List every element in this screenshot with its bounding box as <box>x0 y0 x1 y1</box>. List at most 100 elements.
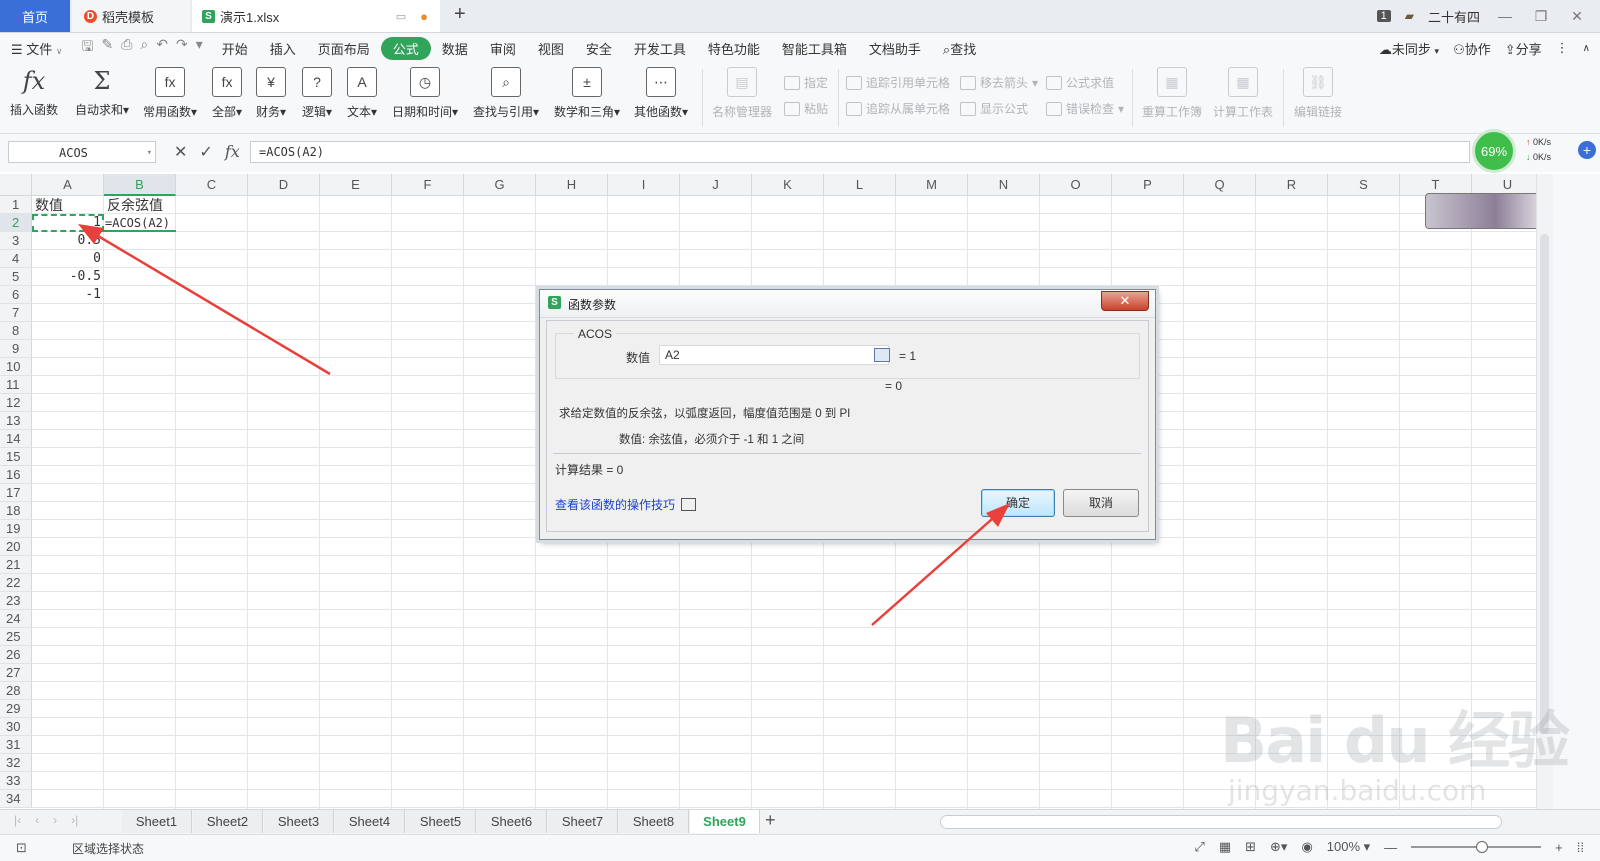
column-header-N[interactable]: N <box>968 174 1040 196</box>
cell-A1[interactable]: 数值 <box>32 196 104 214</box>
help-link[interactable]: 查看该函数的操作技巧 <box>555 496 697 513</box>
more-layout-icon[interactable]: ⁞⁞ <box>1577 840 1584 855</box>
column-header-B[interactable]: B <box>104 174 176 196</box>
sheet-tab-sheet3[interactable]: Sheet3 <box>264 810 334 833</box>
more-icon[interactable]: ⋮ <box>1556 40 1569 56</box>
row-header-22[interactable]: 22 <box>0 574 32 592</box>
row-header-16[interactable]: 16 <box>0 466 32 484</box>
print-preview-icon[interactable]: ⌕ <box>140 36 148 60</box>
row-header-17[interactable]: 17 <box>0 484 32 502</box>
user-name[interactable]: 二十有四 <box>1428 7 1480 26</box>
row-header-25[interactable]: 25 <box>0 628 32 646</box>
column-header-P[interactable]: P <box>1112 174 1184 196</box>
error-check-button[interactable]: 错误检查 ▾ <box>1046 100 1124 117</box>
range-picker-icon[interactable] <box>874 348 890 362</box>
column-header-R[interactable]: R <box>1256 174 1328 196</box>
common-functions-button[interactable]: fx 常用函数▾ <box>143 67 197 120</box>
format-painter-icon[interactable]: ✎ <box>101 36 113 60</box>
argument-input[interactable]: A2 <box>659 345 889 365</box>
cell-A5[interactable]: -0.5 <box>32 268 104 286</box>
row-header-34[interactable]: 34 <box>0 790 32 808</box>
row-header-20[interactable]: 20 <box>0 538 32 556</box>
row-header-9[interactable]: 9 <box>0 340 32 358</box>
page-break-icon[interactable]: ⊞ <box>1245 839 1256 855</box>
dialog-title-bar[interactable]: S 函数参数 ✕ <box>540 290 1155 318</box>
menu-features[interactable]: 特色功能 <box>697 39 771 58</box>
sheet-tab-sheet2[interactable]: Sheet2 <box>193 810 263 833</box>
row-header-8[interactable]: 8 <box>0 322 32 340</box>
column-header-S[interactable]: S <box>1328 174 1400 196</box>
row-header-10[interactable]: 10 <box>0 358 32 376</box>
normal-view-icon[interactable]: ▦ <box>1219 839 1231 855</box>
share-button[interactable]: ⇪分享 <box>1505 39 1542 58</box>
row-header-1[interactable]: 1 <box>0 196 32 214</box>
insert-function-button[interactable]: fx 插入函数 <box>10 67 58 118</box>
row-header-7[interactable]: 7 <box>0 304 32 322</box>
row-header-21[interactable]: 21 <box>0 556 32 574</box>
logical-button[interactable]: ? 逻辑▾ <box>302 67 332 120</box>
evaluate-formula-button[interactable]: 公式求值 <box>1046 74 1114 91</box>
row-header-30[interactable]: 30 <box>0 718 32 736</box>
sheet-tab-sheet9[interactable]: Sheet9 <box>690 810 760 833</box>
sheet-tab-sheet6[interactable]: Sheet6 <box>477 810 547 833</box>
next-sheet-icon[interactable]: › <box>53 813 57 827</box>
last-sheet-icon[interactable]: ›| <box>71 813 78 827</box>
plus-icon[interactable]: + <box>1578 141 1596 159</box>
cancel-icon[interactable]: ✕ <box>174 142 187 162</box>
column-header-F[interactable]: F <box>392 174 464 196</box>
trace-precedents-button[interactable]: 追踪引用单元格 <box>846 74 950 91</box>
column-header-A[interactable]: A <box>32 174 104 196</box>
sheet-tab-sheet7[interactable]: Sheet7 <box>548 810 618 833</box>
ok-button[interactable]: 确定 <box>981 489 1055 517</box>
remove-arrows-button[interactable]: 移去箭头 ▾ <box>960 74 1038 91</box>
sheet-tab-sheet4[interactable]: Sheet4 <box>335 810 405 833</box>
reading-mode-icon[interactable]: ⊕▾ <box>1270 839 1287 855</box>
column-header-I[interactable]: I <box>608 174 680 196</box>
name-box[interactable]: ACOS ▾ <box>8 141 156 163</box>
column-header-H[interactable]: H <box>536 174 608 196</box>
menu-doc-assistant[interactable]: 文档助手 <box>858 39 932 58</box>
column-header-C[interactable]: C <box>176 174 248 196</box>
fx-icon[interactable]: fx <box>225 142 240 162</box>
trace-dependents-button[interactable]: 追踪从属单元格 <box>846 100 950 117</box>
menu-review[interactable]: 审阅 <box>479 39 527 58</box>
menu-developer[interactable]: 开发工具 <box>623 39 697 58</box>
zoom-out-icon[interactable]: — <box>1384 840 1397 855</box>
menu-view[interactable]: 视图 <box>527 39 575 58</box>
new-tab-button[interactable]: + <box>454 3 466 26</box>
minimize-icon[interactable]: — <box>1494 8 1516 24</box>
recalc-workbook-button[interactable]: ▦ 重算工作簿 <box>1142 67 1202 120</box>
zoom-in-icon[interactable]: + <box>1555 840 1563 855</box>
row-header-31[interactable]: 31 <box>0 736 32 754</box>
column-header-Q[interactable]: Q <box>1184 174 1256 196</box>
cancel-button[interactable]: 取消 <box>1063 489 1139 517</box>
edit-links-button[interactable]: ⛓ 编辑链接 <box>1294 67 1342 120</box>
row-header-13[interactable]: 13 <box>0 412 32 430</box>
menu-search[interactable]: ⌕查找 <box>932 39 987 58</box>
math-trig-button[interactable]: ± 数学和三角▾ <box>554 67 620 120</box>
window-count-badge[interactable]: 1 <box>1376 10 1391 22</box>
redo-icon[interactable]: ↷ <box>176 36 188 60</box>
eye-protection-icon[interactable]: ◉ <box>1301 839 1312 855</box>
network-speed-widget[interactable]: 69% ↑ 0K/s ↓ 0K/s + <box>1470 129 1600 175</box>
column-header-O[interactable]: O <box>1040 174 1112 196</box>
show-formulas-button[interactable]: 显示公式 <box>960 100 1028 117</box>
horizontal-scrollbar[interactable] <box>940 815 1502 829</box>
user-avatar-icon[interactable]: ▰ <box>1405 9 1414 23</box>
chevron-down-icon[interactable]: ▾ <box>147 142 152 164</box>
row-header-3[interactable]: 3 <box>0 232 32 250</box>
sheet-tab-sheet5[interactable]: Sheet5 <box>406 810 476 833</box>
dialog-close-button[interactable]: ✕ <box>1101 291 1149 311</box>
menu-insert[interactable]: 插入 <box>259 39 307 58</box>
column-header-K[interactable]: K <box>752 174 824 196</box>
cell-A6[interactable]: -1 <box>32 286 104 304</box>
customize-icon[interactable]: ▾ <box>196 36 203 60</box>
column-header-M[interactable]: M <box>896 174 968 196</box>
autosum-button[interactable]: Σ 自动求和▾ <box>75 67 129 118</box>
cell-B1[interactable]: 反余弦值 <box>104 196 176 214</box>
prev-sheet-icon[interactable]: ‹ <box>35 813 39 827</box>
lookup-button[interactable]: ⌕ 查找与引用▾ <box>473 67 539 120</box>
row-header-19[interactable]: 19 <box>0 520 32 538</box>
vertical-scroll-thumb[interactable] <box>1540 234 1549 734</box>
row-header-18[interactable]: 18 <box>0 502 32 520</box>
